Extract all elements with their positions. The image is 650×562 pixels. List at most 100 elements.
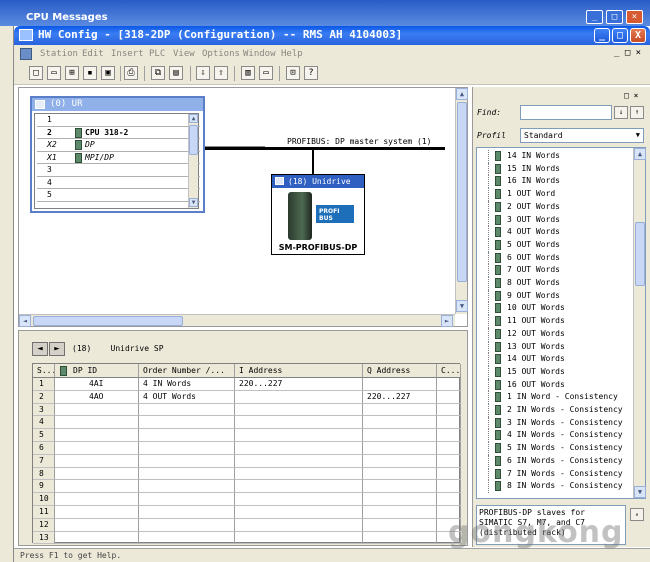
help-pointer-icon[interactable]: ? [304, 66, 318, 80]
catalog-item[interactable]: 14 IN Words [477, 150, 632, 163]
rack-row-dp[interactable]: X2 DP [37, 139, 200, 152]
catalog-icon[interactable]: ▥ [241, 66, 255, 80]
table-cell-qaddr[interactable] [363, 506, 437, 519]
table-cell-qaddr[interactable]: 220...227 [363, 390, 437, 404]
column-header-q-address[interactable]: Q Address [363, 364, 437, 378]
catalog-info-icon[interactable]: ₑ [630, 508, 644, 521]
table-cell-iaddr[interactable] [235, 429, 363, 442]
rack-row-cpu[interactable]: 2 CPU 318-2 [37, 127, 200, 139]
table-cell-qaddr[interactable] [363, 416, 437, 430]
scroll-thumb[interactable] [457, 102, 467, 282]
table-row[interactable]: 2 4AO 4 OUT Words 220...227 [33, 390, 461, 404]
table-cell-dpid[interactable] [55, 518, 139, 532]
table-cell-dpid[interactable] [55, 442, 139, 455]
table-row[interactable]: 10 [33, 493, 461, 506]
catalog-item[interactable]: 8 OUT Words [477, 277, 632, 290]
copy-icon[interactable]: ⧉ [151, 66, 165, 80]
table-cell-slot[interactable]: 6 [33, 442, 55, 455]
table-cell-iaddr[interactable] [235, 480, 363, 494]
table-cell-order[interactable] [139, 454, 235, 468]
table-cell-iaddr[interactable] [235, 518, 363, 532]
table-cell-iaddr[interactable] [235, 390, 363, 404]
table-cell-order[interactable]: 4 OUT Words [139, 390, 235, 404]
table-cell-iaddr[interactable]: 220...227 [235, 378, 363, 391]
column-header-dp-id[interactable]: DP ID [55, 364, 139, 378]
workspace-vertical-scrollbar[interactable]: ▲ ▼ [455, 88, 468, 314]
catalog-item[interactable]: 12 OUT Words [477, 327, 632, 341]
table-cell-qaddr[interactable] [363, 493, 437, 506]
background-minimize-button[interactable]: _ [586, 10, 603, 24]
back-arrow-icon[interactable]: ◄ [32, 342, 48, 356]
catalog-item[interactable]: 7 IN Words - Consistency [477, 467, 632, 481]
network-icon[interactable]: ⊡ [286, 66, 300, 80]
table-cell-dpid[interactable] [55, 493, 139, 506]
table-cell-comment[interactable] [437, 480, 461, 494]
column-header-comment[interactable]: C... [437, 364, 461, 378]
scroll-left-arrow-icon[interactable]: ◄ [19, 315, 31, 327]
menu-edit[interactable]: Edit [82, 49, 104, 59]
table-cell-comment[interactable] [437, 429, 461, 442]
table-cell-order[interactable] [139, 518, 235, 532]
table-cell-iaddr[interactable] [235, 442, 363, 455]
table-cell-slot[interactable]: 12 [33, 518, 55, 532]
table-cell-iaddr[interactable] [235, 493, 363, 506]
table-row[interactable]: 3 [33, 403, 461, 417]
table-cell-dpid[interactable] [55, 429, 139, 442]
table-cell-slot[interactable]: 9 [33, 480, 55, 494]
catalog-item[interactable]: 11 OUT Words [477, 315, 632, 328]
maximize-button[interactable]: □ [612, 28, 628, 43]
table-cell-slot[interactable]: 10 [33, 493, 55, 506]
download-icon[interactable]: ⇩ [196, 66, 210, 80]
table-cell-order[interactable] [139, 480, 235, 494]
catalog-item[interactable]: 2 IN Words - Consistency [477, 404, 632, 417]
table-cell-iaddr[interactable] [235, 506, 363, 519]
scroll-up-arrow-icon[interactable]: ▲ [189, 114, 198, 123]
catalog-item[interactable]: 5 OUT Words [477, 238, 632, 252]
table-cell-slot[interactable]: 8 [33, 467, 55, 481]
table-cell-order[interactable] [139, 467, 235, 481]
catalog-item[interactable]: 4 OUT Words [477, 226, 632, 239]
table-cell-dpid[interactable] [55, 403, 139, 417]
table-cell-comment[interactable] [437, 442, 461, 455]
upload-icon[interactable]: ⇧ [214, 66, 228, 80]
scroll-up-arrow-icon[interactable]: ▲ [456, 88, 468, 100]
table-cell-comment[interactable] [437, 390, 461, 404]
catalog-item[interactable]: 2 OUT Words [477, 200, 632, 214]
background-close-button[interactable]: × [626, 10, 643, 24]
scroll-thumb[interactable] [189, 125, 198, 155]
catalog-item[interactable]: 3 IN Words - Consistency [477, 416, 632, 430]
table-cell-slot[interactable]: 11 [33, 506, 55, 519]
find-previous-icon[interactable]: ↑ [630, 106, 644, 119]
table-cell-dpid[interactable] [55, 531, 139, 545]
catalog-item[interactable]: 1 IN Word - Consistency [477, 391, 632, 404]
table-row[interactable]: 12 [33, 518, 461, 532]
table-cell-order[interactable] [139, 429, 235, 442]
table-row[interactable]: 1 4AI 4 IN Words 220...227 [33, 378, 461, 391]
catalog-scrollbar[interactable]: ▲ ▼ [633, 148, 646, 498]
table-row[interactable]: 13 [33, 531, 461, 545]
table-cell-qaddr[interactable] [363, 531, 437, 545]
menu-help[interactable]: Help [281, 49, 303, 59]
background-maximize-button[interactable]: □ [606, 10, 623, 24]
new-icon[interactable]: □ [29, 66, 43, 80]
menu-insert[interactable]: Insert [111, 49, 144, 59]
table-cell-order[interactable] [139, 416, 235, 430]
scroll-down-arrow-icon[interactable]: ▼ [189, 198, 198, 207]
menu-window[interactable]: Window [243, 49, 276, 59]
rack-row[interactable]: 3 [37, 164, 200, 177]
find-next-icon[interactable]: ↓ [614, 106, 628, 119]
table-cell-iaddr[interactable] [235, 416, 363, 430]
catalog-item[interactable]: 16 OUT Words [477, 378, 632, 392]
table-cell-dpid[interactable]: 4AI [55, 378, 139, 391]
catalog-item[interactable]: 15 IN Words [477, 162, 632, 176]
table-cell-qaddr[interactable] [363, 454, 437, 468]
table-row[interactable]: 6 [33, 442, 461, 455]
table-cell-order[interactable] [139, 403, 235, 417]
table-cell-iaddr[interactable] [235, 403, 363, 417]
table-cell-slot[interactable]: 1 [33, 378, 55, 391]
catalog-item[interactable]: 14 OUT Words [477, 353, 632, 366]
table-cell-dpid[interactable] [55, 467, 139, 481]
workspace-horizontal-scrollbar[interactable]: ◄ ► [19, 314, 455, 327]
table-cell-qaddr[interactable] [363, 429, 437, 442]
menu-plc[interactable]: PLC [149, 49, 165, 59]
